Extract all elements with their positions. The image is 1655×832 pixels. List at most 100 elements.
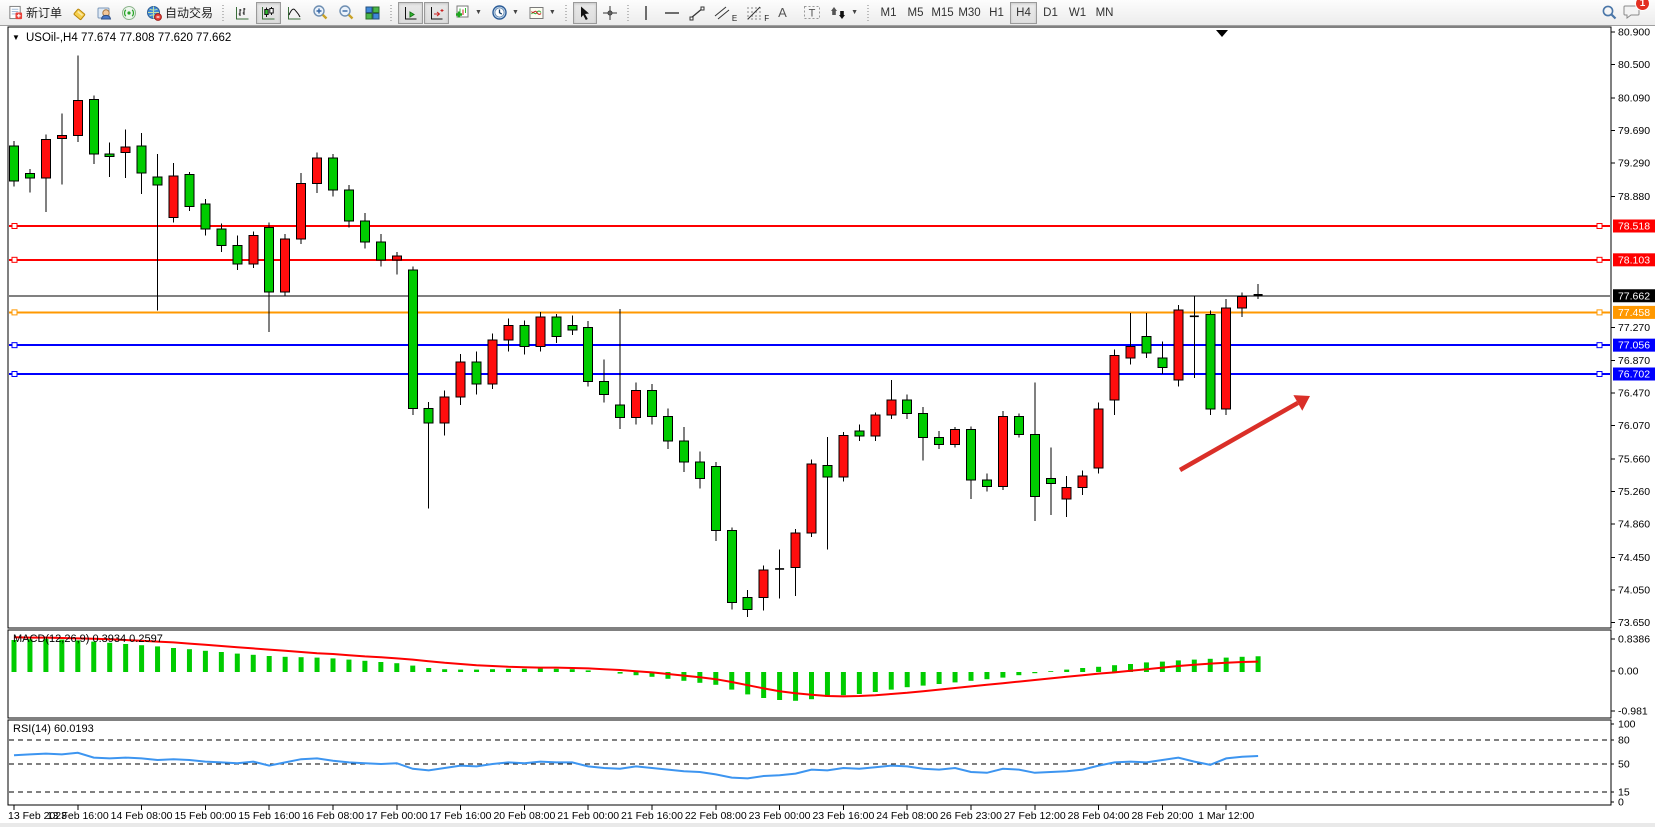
svg-text:13 Feb 16:00: 13 Feb 16:00 bbox=[47, 810, 109, 822]
svg-text:75.660: 75.660 bbox=[1618, 453, 1650, 465]
candle-up bbox=[536, 317, 545, 346]
svg-text:50: 50 bbox=[1618, 759, 1630, 771]
timeframe-M15[interactable]: M15 bbox=[929, 2, 956, 24]
svg-text:77.270: 77.270 bbox=[1618, 322, 1650, 334]
crosshair-button[interactable] bbox=[598, 2, 622, 24]
window-bottom-strip bbox=[0, 823, 1655, 827]
channel-sub-label: E bbox=[732, 14, 737, 23]
candle-up bbox=[887, 400, 896, 415]
svg-text:74.860: 74.860 bbox=[1618, 519, 1650, 531]
candle-up bbox=[1238, 297, 1247, 308]
svg-text:79.690: 79.690 bbox=[1618, 125, 1650, 137]
notifications-button[interactable]: 1 bbox=[1623, 3, 1641, 23]
timeframe-M30[interactable]: M30 bbox=[956, 2, 983, 24]
timeframe-H4[interactable]: H4 bbox=[1010, 2, 1037, 24]
navigator-button[interactable] bbox=[92, 2, 116, 24]
svg-text:74.050: 74.050 bbox=[1618, 585, 1650, 597]
svg-text:28 Feb 20:00: 28 Feb 20:00 bbox=[1131, 810, 1193, 822]
chevron-down-icon: ▼ bbox=[512, 9, 519, 16]
zoom-in-button[interactable] bbox=[308, 2, 333, 24]
svg-text:76.870: 76.870 bbox=[1618, 355, 1650, 367]
timeframe-D1[interactable]: D1 bbox=[1037, 2, 1064, 24]
autotrading-button[interactable]: 自动交易 bbox=[142, 2, 217, 24]
svg-text:0: 0 bbox=[1618, 797, 1624, 809]
svg-text:0.00: 0.00 bbox=[1618, 666, 1639, 678]
text-label-button[interactable]: T bbox=[799, 2, 825, 24]
candle-down bbox=[982, 480, 991, 487]
auto-scroll-button[interactable] bbox=[398, 2, 423, 24]
person-icon bbox=[96, 5, 112, 21]
candle-up bbox=[759, 570, 768, 598]
chevron-down-icon: ▼ bbox=[549, 9, 556, 16]
price-chart-svg: 80.90080.50080.09079.69079.29078.88077.2… bbox=[0, 26, 1655, 827]
timeframe-M5[interactable]: M5 bbox=[902, 2, 929, 24]
tile-windows-button[interactable] bbox=[360, 2, 385, 24]
signals-button[interactable] bbox=[117, 2, 141, 24]
bar-chart-button[interactable] bbox=[230, 2, 255, 24]
horizontal-line-button[interactable] bbox=[660, 2, 684, 24]
symbol-collapse-icon: ▼ bbox=[12, 33, 20, 42]
candle-down bbox=[967, 430, 976, 481]
timeframe-M1[interactable]: M1 bbox=[875, 2, 902, 24]
candle-down bbox=[217, 229, 226, 245]
candle-up bbox=[951, 430, 960, 445]
templates-button[interactable]: ▼ bbox=[524, 2, 560, 24]
candlestick-chart-button[interactable] bbox=[256, 2, 281, 24]
candle-down bbox=[376, 242, 385, 260]
price-badge-label: 77.458 bbox=[1618, 307, 1650, 319]
trendline-button[interactable] bbox=[685, 2, 709, 24]
search-button[interactable] bbox=[1597, 2, 1622, 24]
new-chart-icon bbox=[454, 4, 471, 21]
candle-up bbox=[281, 239, 290, 292]
text-tool-button[interactable]: A bbox=[774, 2, 798, 24]
candle-down bbox=[105, 154, 114, 156]
svg-text:1 Mar 12:00: 1 Mar 12:00 bbox=[1198, 810, 1254, 822]
fibonacci-icon bbox=[746, 5, 764, 21]
candle-up bbox=[57, 135, 66, 138]
zoom-out-button[interactable] bbox=[334, 2, 359, 24]
equidistant-channel-button[interactable]: E bbox=[710, 2, 741, 24]
new-order-label: 新订单 bbox=[26, 4, 62, 21]
new-chart-button[interactable]: ▼ bbox=[450, 2, 486, 24]
candle-up bbox=[791, 533, 800, 567]
candle-up bbox=[1126, 346, 1135, 357]
market-watch-button[interactable] bbox=[67, 2, 91, 24]
svg-text:80.500: 80.500 bbox=[1618, 59, 1650, 71]
candle-down bbox=[1030, 434, 1039, 496]
chart-shift-icon bbox=[428, 5, 445, 21]
svg-text:80.900: 80.900 bbox=[1618, 26, 1650, 38]
candle-down bbox=[360, 221, 369, 242]
candle-up bbox=[1222, 308, 1231, 409]
price-axis: 80.90080.50080.09079.69079.29078.88077.2… bbox=[1611, 26, 1650, 629]
line-chart-button[interactable] bbox=[282, 2, 307, 24]
candle-down bbox=[919, 413, 928, 437]
macd-label: MACD(12,26,9) 0.3934 0.2597 bbox=[13, 633, 163, 645]
candle-down bbox=[1206, 315, 1215, 410]
line-anchor bbox=[12, 343, 17, 348]
candle-down bbox=[584, 328, 593, 382]
tile-windows-icon bbox=[364, 5, 381, 21]
chart-window[interactable]: 80.90080.50080.09079.69079.29078.88077.2… bbox=[0, 26, 1655, 827]
fibo-sub-label: F bbox=[764, 14, 769, 23]
timeframe-MN[interactable]: MN bbox=[1091, 2, 1118, 24]
text-tool-label: A bbox=[778, 5, 787, 20]
candle-up bbox=[121, 147, 130, 153]
notification-badge: 1 bbox=[1635, 0, 1650, 11]
svg-text:0.8386: 0.8386 bbox=[1618, 634, 1650, 646]
toolbar-grip bbox=[220, 3, 227, 23]
timeframe-W1[interactable]: W1 bbox=[1064, 2, 1091, 24]
candle-down bbox=[568, 325, 577, 330]
svg-text:15 Feb 16:00: 15 Feb 16:00 bbox=[238, 810, 300, 822]
cursor-button[interactable] bbox=[573, 2, 597, 24]
chart-legend: ▼USOil-,H4 77.674 77.808 77.620 77.662 bbox=[12, 32, 231, 44]
line-anchor bbox=[12, 310, 17, 315]
timeframe-H1[interactable]: H1 bbox=[983, 2, 1010, 24]
arrow-objects-button[interactable]: ▼ bbox=[826, 2, 862, 24]
candle-down bbox=[1142, 337, 1151, 353]
vertical-line-button[interactable] bbox=[635, 2, 659, 24]
periods-button[interactable]: ▼ bbox=[487, 2, 523, 24]
fibonacci-button[interactable]: F bbox=[742, 2, 773, 24]
candle-up bbox=[488, 340, 497, 384]
chart-shift-button[interactable] bbox=[424, 2, 449, 24]
new-order-button[interactable]: 新订单 bbox=[4, 2, 66, 24]
